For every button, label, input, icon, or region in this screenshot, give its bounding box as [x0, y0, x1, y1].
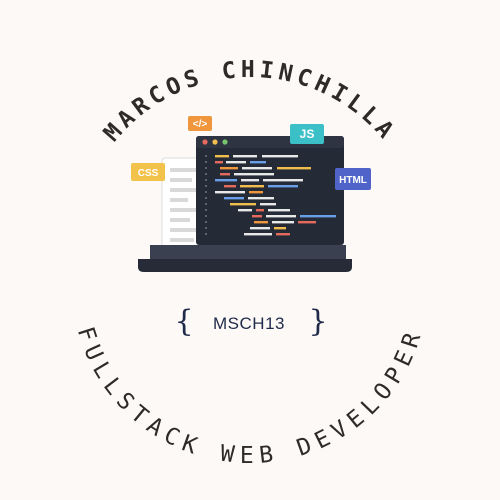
svg-text:CSS: CSS — [138, 168, 159, 179]
window-close-dot — [202, 139, 208, 145]
handle-text: MSCH13 — [213, 314, 285, 333]
window-maximize-dot — [222, 139, 228, 145]
brace-open: { — [174, 304, 193, 339]
window-minimize-dot — [212, 139, 218, 145]
code-tag-badge: </> — [188, 116, 212, 131]
svg-text:</>: </> — [193, 119, 208, 130]
svg-text:JS: JS — [300, 127, 315, 141]
laptop-hinge — [150, 245, 346, 259]
brace-close: } — [308, 304, 327, 339]
logo: MARCOS CHINCHILLA FULLSTACK WEB DEVELOPE… — [72, 57, 428, 469]
css-badge: CSS — [131, 163, 165, 181]
handle-group: { MSCH13 } — [174, 304, 327, 339]
svg-text:HTML: HTML — [339, 175, 367, 186]
developer-role: FULLSTACK WEB DEVELOPER — [72, 324, 428, 469]
html-badge: HTML — [335, 168, 371, 190]
laptop-illustration — [138, 136, 352, 272]
developer-name: MARCOS CHINCHILLA — [99, 57, 401, 147]
js-badge: JS — [290, 124, 324, 144]
laptop-base — [138, 259, 352, 272]
